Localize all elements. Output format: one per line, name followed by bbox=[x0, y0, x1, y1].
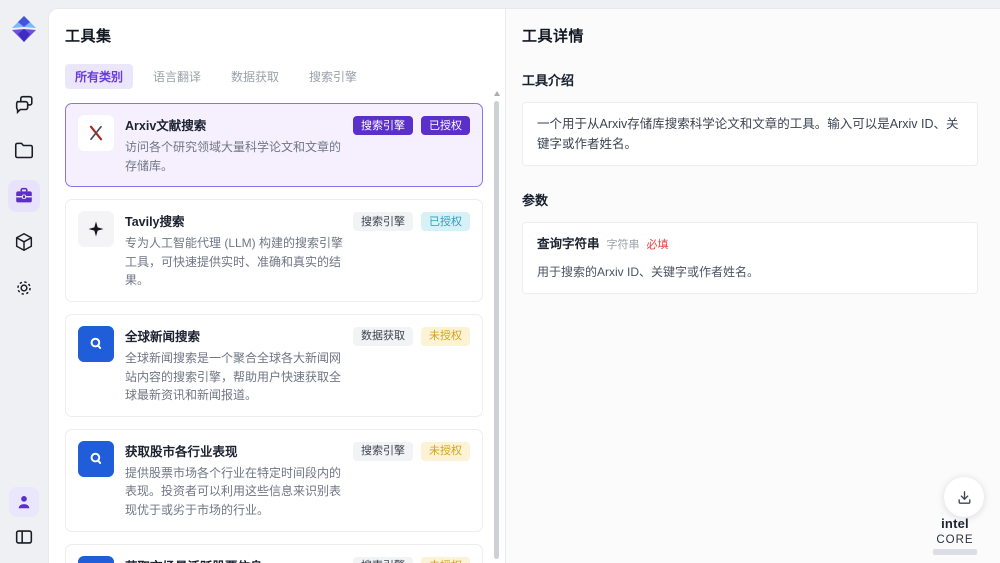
tool-card-sector-performance[interactable]: 获取股市各行业表现 提供股票市场各个行业在特定时间段内的表现。投资者可以利用这些… bbox=[65, 428, 483, 532]
params-heading: 参数 bbox=[522, 193, 549, 208]
detail-title: 工具详情 bbox=[522, 28, 585, 45]
tab-language-translation[interactable]: 语言翻译 bbox=[143, 64, 211, 89]
rail-nav bbox=[8, 88, 40, 304]
app-logo[interactable] bbox=[7, 12, 41, 46]
tool-desc: 提供股票市场各个行业在特定时间段内的表现。投资者可以利用这些信息来识别表现优于或… bbox=[125, 465, 342, 517]
settings-icon bbox=[13, 277, 35, 299]
tool-card-global-news[interactable]: 全球新闻搜索 全球新闻搜索是一个聚合全球各大新闻网站内容的搜索引擎，帮助用户快速… bbox=[65, 313, 483, 417]
tool-card-arxiv[interactable]: Arxiv文献搜索 访问各个研究领域大量科学论文和文章的存储库。 搜索引擎 已授… bbox=[65, 103, 483, 188]
search-q-icon bbox=[78, 555, 114, 563]
tool-title: 获取股市各行业表现 bbox=[125, 444, 238, 459]
category-badge: 搜索引擎 bbox=[353, 441, 413, 462]
folder-icon bbox=[13, 139, 35, 161]
cube-icon bbox=[13, 231, 35, 253]
tool-title: 获取市场最活跃股票信息 bbox=[125, 556, 343, 563]
sidebar-item-tools[interactable] bbox=[8, 180, 40, 212]
tool-list-panel: 工具集 所有类别 语言翻译 数据获取 搜索引擎 Arxiv文献搜索 访问各个研究… bbox=[49, 9, 506, 563]
param-box: 查询字符串 字符串 必填 用于搜索的Arxiv ID、关键字或作者姓名。 bbox=[522, 222, 978, 294]
tool-desc: 专为人工智能代理 (LLM) 构建的搜索引擎工具，可快速提供实时、准确和真实的结… bbox=[125, 236, 344, 288]
param-name: 查询字符串 bbox=[537, 237, 600, 251]
auth-badge: 未授权 bbox=[421, 441, 470, 462]
list-scrollbar[interactable] bbox=[494, 91, 500, 559]
auth-badge: 未授权 bbox=[421, 326, 470, 347]
tool-title: Arxiv文献搜索 bbox=[125, 119, 207, 133]
category-badge: 搜索引擎 bbox=[353, 212, 413, 232]
category-badge: 搜索引擎 bbox=[353, 556, 413, 563]
scroll-up-icon[interactable] bbox=[494, 91, 500, 96]
sidebar-item-files[interactable] bbox=[8, 134, 40, 166]
sparkle-icon bbox=[78, 211, 114, 248]
param-desc: 用于搜索的Arxiv ID、关键字或作者姓名。 bbox=[537, 264, 760, 279]
brand-subtext-bar bbox=[933, 549, 977, 555]
tab-all-categories[interactable]: 所有类别 bbox=[65, 64, 134, 89]
tool-card-tavily[interactable]: Tavily搜索 专为人工智能代理 (LLM) 构建的搜索引擎工具，可快速提供实… bbox=[65, 199, 483, 302]
auth-badge: 未授权 bbox=[421, 556, 470, 563]
arxiv-icon bbox=[78, 115, 114, 151]
tool-desc: 访问各个研究领域大量科学论文和文章的存储库。 bbox=[125, 140, 342, 173]
left-rail bbox=[0, 0, 48, 563]
sidebar-item-chat[interactable] bbox=[8, 88, 40, 120]
logo-icon bbox=[12, 16, 36, 42]
param-required-badge: 必填 bbox=[646, 239, 669, 251]
brand-intel: intel bbox=[941, 516, 969, 531]
param-type: 字符串 bbox=[606, 239, 640, 251]
search-q-icon bbox=[78, 325, 114, 362]
tool-detail-panel: 工具详情 工具介绍 一个用于从Arxiv存储库搜索科学论文和文章的工具。输入可以… bbox=[506, 9, 1000, 563]
chat-icon bbox=[13, 93, 35, 115]
auth-badge: 已授权 bbox=[421, 212, 470, 232]
tool-list: Arxiv文献搜索 访问各个研究领域大量科学论文和文章的存储库。 搜索引擎 已授… bbox=[65, 103, 483, 563]
main-shell: 工具集 所有类别 语言翻译 数据获取 搜索引擎 Arxiv文献搜索 访问各个研究… bbox=[48, 8, 1000, 563]
auth-badge: 已授权 bbox=[421, 116, 470, 136]
tool-desc: 全球新闻搜索是一个聚合全球各大新闻网站内容的搜索引擎，帮助用户快速获取全球最新资… bbox=[125, 350, 342, 403]
intro-text: 一个用于从Arxiv存储库搜索科学论文和文章的工具。输入可以是Arxiv ID、… bbox=[537, 117, 959, 151]
intro-heading: 工具介绍 bbox=[522, 73, 575, 88]
intel-core-logo: intel CORE bbox=[924, 516, 986, 555]
rail-bottom bbox=[8, 487, 40, 553]
panel-icon bbox=[13, 526, 35, 548]
sidebar-item-collapse[interactable] bbox=[8, 521, 40, 553]
sidebar-item-profile[interactable] bbox=[9, 487, 39, 517]
sidebar-item-settings[interactable] bbox=[8, 272, 40, 304]
page-title: 工具集 bbox=[65, 28, 112, 45]
download-button[interactable] bbox=[944, 477, 984, 517]
tab-data-fetch[interactable]: 数据获取 bbox=[221, 64, 289, 89]
category-tabs: 所有类别 语言翻译 数据获取 搜索引擎 bbox=[65, 64, 483, 89]
scrollbar-thumb[interactable] bbox=[494, 101, 499, 559]
intro-box: 一个用于从Arxiv存储库搜索科学论文和文章的工具。输入可以是Arxiv ID、… bbox=[522, 102, 978, 166]
sidebar-item-packages[interactable] bbox=[8, 226, 40, 258]
toolbox-icon bbox=[13, 185, 35, 207]
category-badge: 搜索引擎 bbox=[353, 116, 413, 136]
tool-title: Tavily搜索 bbox=[125, 215, 185, 230]
category-badge: 数据获取 bbox=[353, 326, 413, 347]
user-icon bbox=[14, 492, 34, 512]
download-icon bbox=[956, 489, 973, 506]
tool-title: 全球新闻搜索 bbox=[125, 329, 201, 344]
brand-core: CORE bbox=[936, 534, 974, 546]
tab-search-engine[interactable]: 搜索引擎 bbox=[299, 64, 367, 89]
search-q-icon bbox=[78, 440, 114, 477]
tool-card-active-stocks[interactable]: 获取市场最活跃股票信息 提供当天交易量最高的股票列表，投资者可以利用这些信息来识… bbox=[65, 543, 483, 563]
